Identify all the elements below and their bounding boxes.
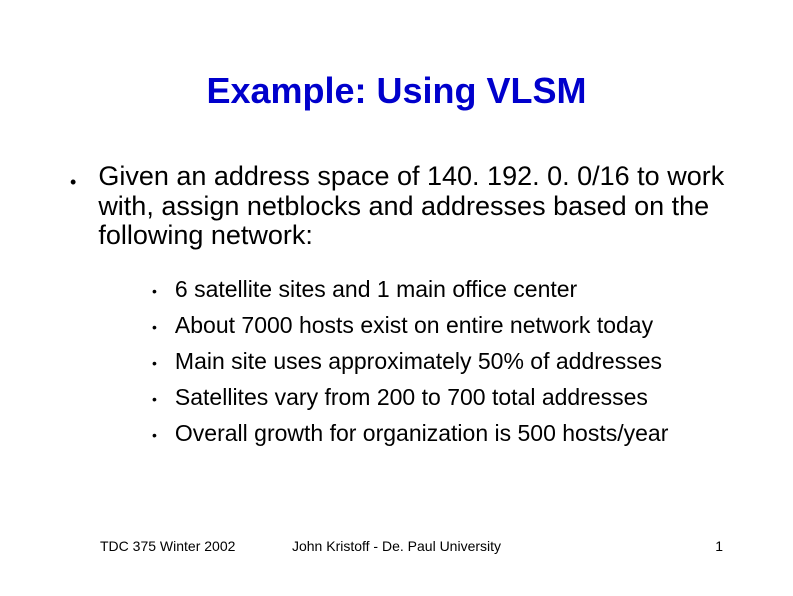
sub-bullet: • Overall growth for organization is 500…	[152, 419, 733, 449]
sub-bullet-text: Main site uses approximately 50% of addr…	[175, 347, 662, 377]
sub-bullet: • Satellites vary from 200 to 700 total …	[152, 383, 733, 413]
footer-page-number: 1	[715, 538, 723, 554]
main-bullet-text: Given an address space of 140. 192. 0. 0…	[98, 162, 733, 251]
bullet-icon: •	[152, 427, 157, 443]
footer-left: TDC 375 Winter 2002	[100, 538, 235, 554]
bullet-icon: •	[152, 283, 157, 299]
bullet-icon: •	[152, 391, 157, 407]
sub-bullet: • Main site uses approximately 50% of ad…	[152, 347, 733, 377]
sub-bullet-text: Overall growth for organization is 500 h…	[175, 419, 668, 449]
sub-bullet-text: 6 satellite sites and 1 main office cent…	[175, 275, 577, 305]
footer-center: John Kristoff - De. Paul University	[292, 538, 501, 554]
slide: Example: Using VLSM • Given an address s…	[0, 0, 793, 596]
slide-title: Example: Using VLSM	[60, 70, 733, 112]
sub-bullet-text: About 7000 hosts exist on entire network…	[175, 311, 653, 341]
footer: TDC 375 Winter 2002 John Kristoff - De. …	[0, 538, 793, 554]
bullet-icon: •	[152, 355, 157, 371]
bullet-icon: •	[152, 319, 157, 335]
main-bullet: • Given an address space of 140. 192. 0.…	[60, 162, 733, 251]
sub-bullet: • About 7000 hosts exist on entire netwo…	[152, 311, 733, 341]
sub-bullet: • 6 satellite sites and 1 main office ce…	[152, 275, 733, 305]
sub-bullet-text: Satellites vary from 200 to 700 total ad…	[175, 383, 648, 413]
bullet-icon: •	[70, 172, 76, 193]
sub-bullet-list: • 6 satellite sites and 1 main office ce…	[60, 275, 733, 448]
